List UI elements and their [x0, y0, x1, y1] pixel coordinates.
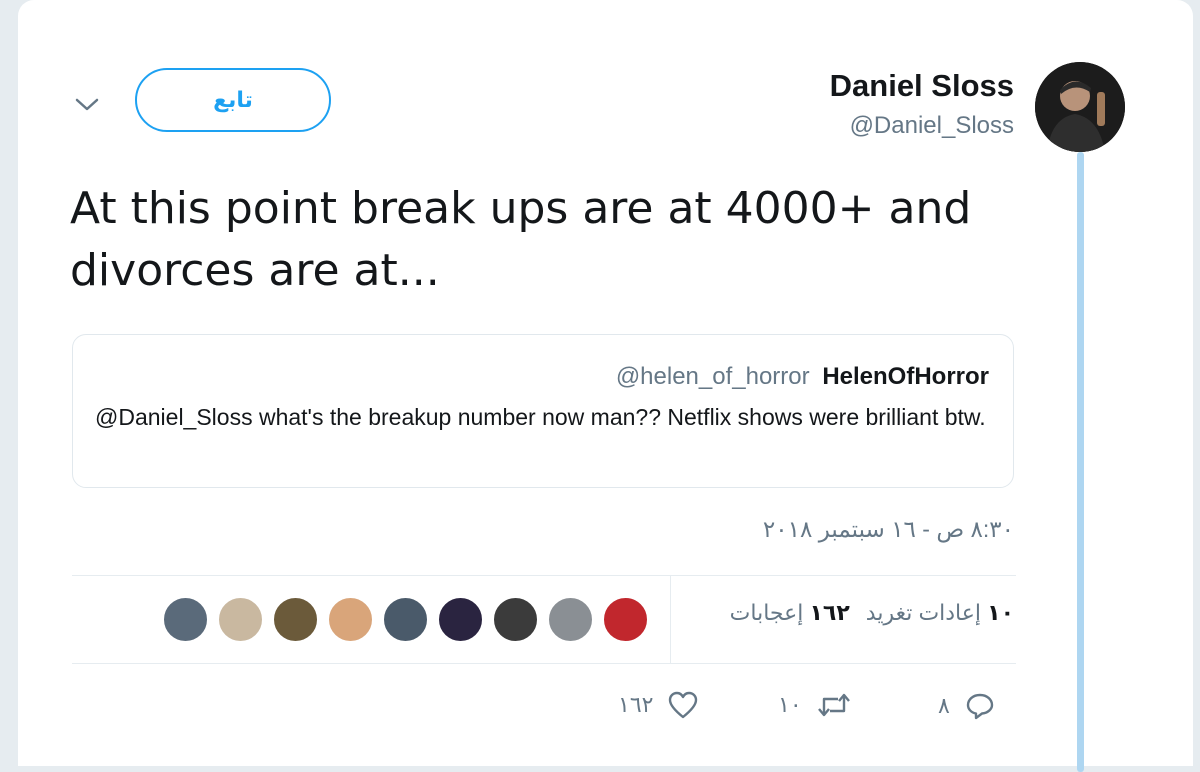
likes-stat[interactable]: ١٦٢ إعجابات: [730, 600, 850, 626]
likes-count: ١٦٢: [809, 600, 850, 625]
reply-action[interactable]: ٨: [938, 690, 996, 722]
retweet-count: ١٠: [778, 692, 802, 717]
quoted-handle: @helen_of_horror: [615, 363, 810, 390]
avatar[interactable]: [1035, 62, 1125, 152]
retweets-stat[interactable]: ١٠ إعادات تغريد: [866, 600, 1014, 626]
retweets-count: ١٠: [987, 600, 1014, 625]
liker-avatar[interactable]: [382, 596, 429, 643]
heart-icon: [669, 691, 698, 719]
retweet-icon: [817, 693, 850, 717]
liker-avatar[interactable]: [437, 596, 484, 643]
tweet-stats: ١٠ إعادات تغريد ١٦٢ إعجابات: [730, 600, 1014, 626]
liker-avatar[interactable]: [327, 596, 374, 643]
tweet-text: At this point break ups are at 4000+ and…: [70, 183, 972, 296]
quoted-text: @Daniel_Sloss what's the breakup number …: [95, 404, 986, 430]
retweets-label: إعادات تغريد: [865, 600, 982, 625]
like-action[interactable]: ١٦٢: [618, 690, 699, 720]
author-name[interactable]: Daniel Sloss: [830, 68, 1014, 104]
quoted-name: HelenOfHorror: [822, 363, 989, 390]
likers-avatars: [162, 596, 649, 643]
author-handle[interactable]: @Daniel_Sloss: [850, 112, 1014, 140]
divider-vertical: [670, 575, 671, 663]
liker-avatar[interactable]: [602, 596, 649, 643]
quoted-tweet[interactable]: @helen_of_horror HelenOfHorror @Daniel_S…: [72, 334, 1014, 488]
likes-label: إعجابات: [729, 600, 804, 625]
liker-avatar[interactable]: [492, 596, 539, 643]
retweet-action[interactable]: ١٠: [778, 690, 852, 720]
follow-button[interactable]: تابع: [135, 68, 331, 132]
reply-count: ٨: [938, 693, 950, 718]
avatar-image: [1035, 62, 1125, 152]
timestamp[interactable]: ٨:٣٠ ص - ١٦ سبتمبر ٢٠١٨: [763, 516, 1014, 543]
divider: [72, 575, 1016, 576]
like-count: ١٦٢: [618, 692, 654, 717]
liker-avatar[interactable]: [217, 596, 264, 643]
chevron-down-icon[interactable]: [72, 92, 102, 116]
liker-avatar[interactable]: [162, 596, 209, 643]
thread-line: [1077, 152, 1084, 772]
quoted-tweet-header: @helen_of_horror HelenOfHorror: [616, 363, 989, 391]
reply-icon: [966, 693, 994, 720]
divider: [72, 663, 1016, 664]
liker-avatar[interactable]: [272, 596, 319, 643]
liker-avatar[interactable]: [547, 596, 594, 643]
